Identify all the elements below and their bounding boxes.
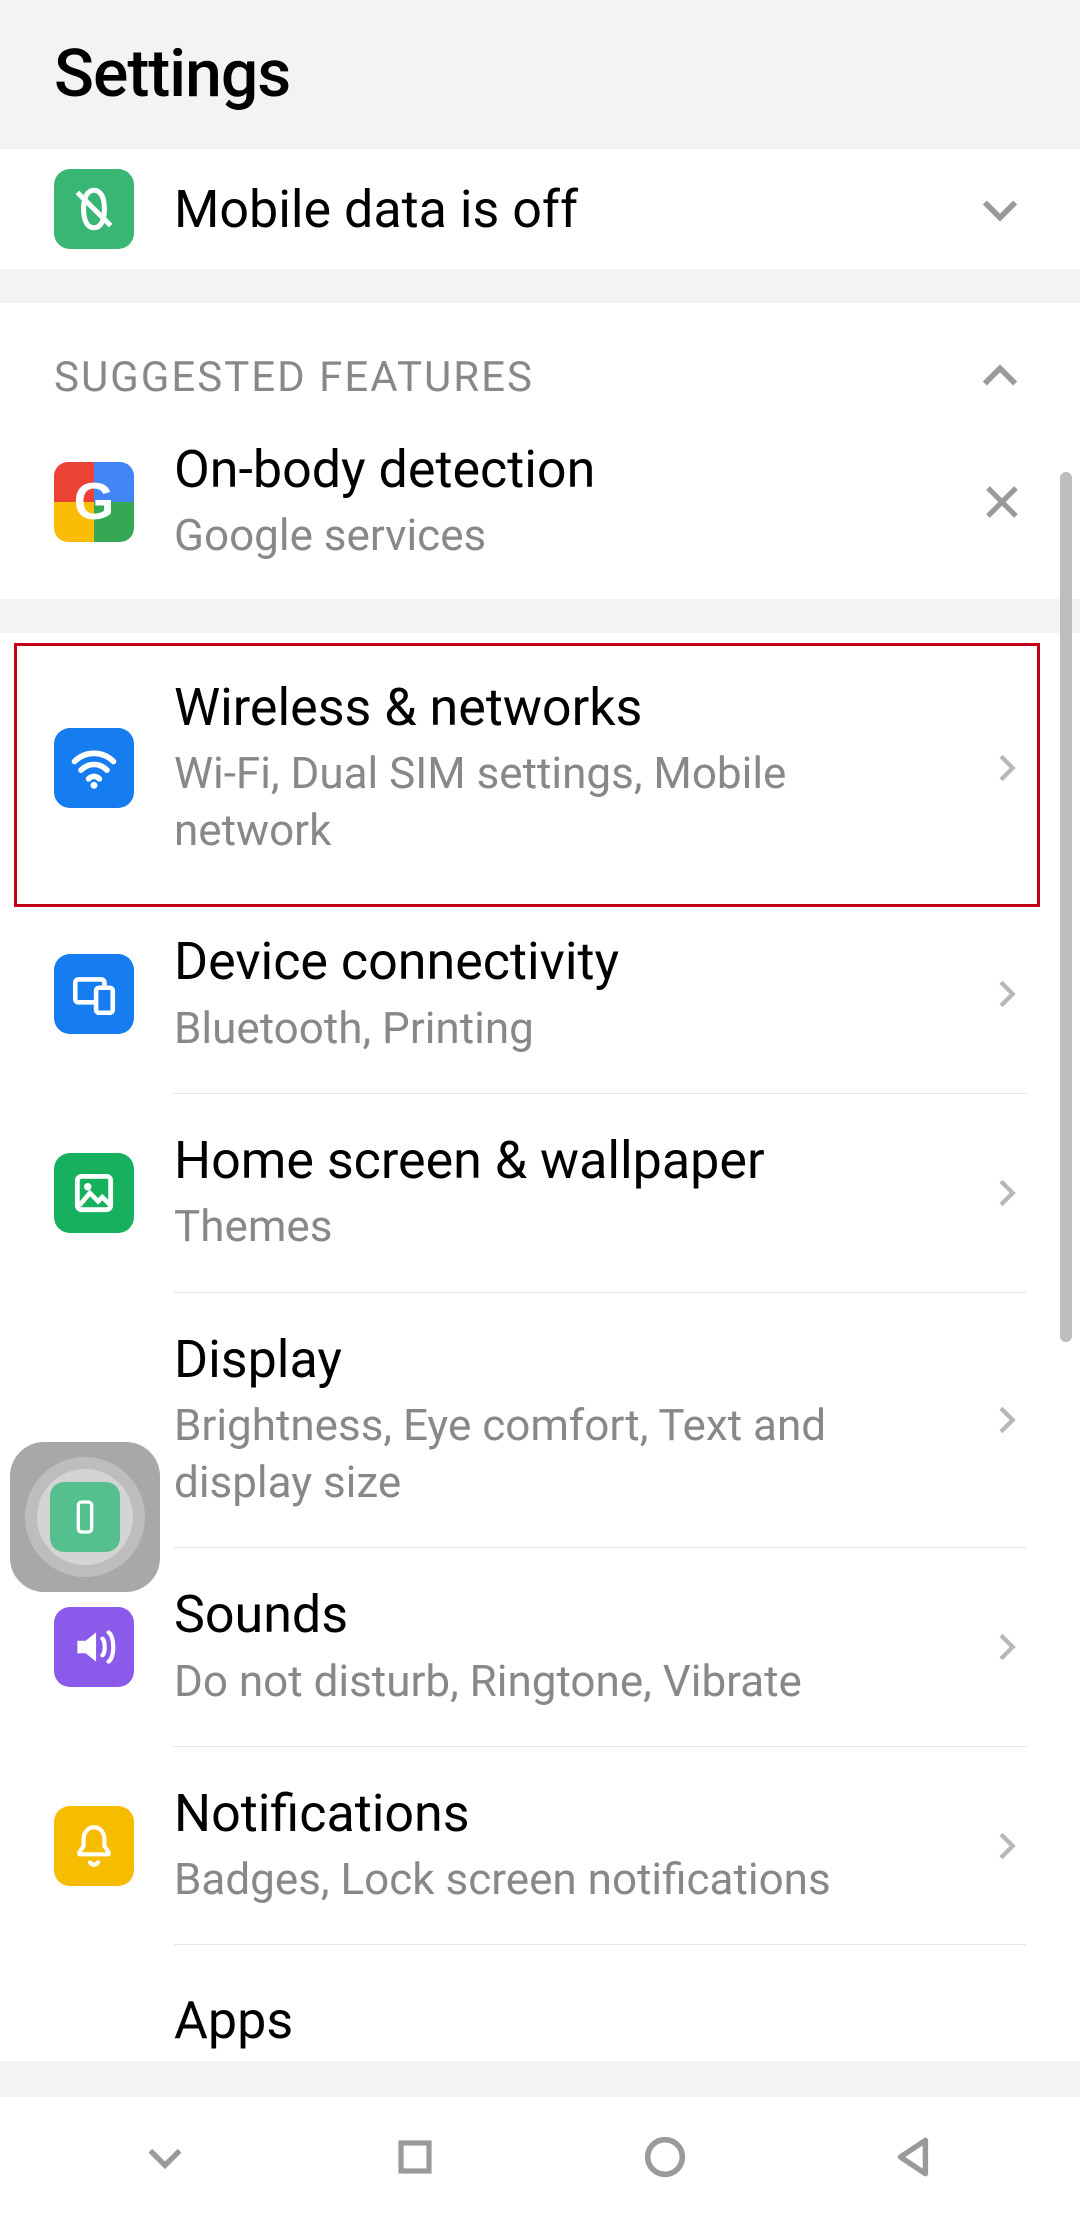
nav-recents-icon[interactable]: [385, 2127, 445, 2187]
suggested-section: SUGGESTED FEATURES G On-body detection G…: [0, 303, 1080, 599]
wifi-icon: [54, 728, 134, 808]
suggested-item-subtitle: Google services: [174, 507, 938, 564]
item-notifications[interactable]: Notifications Badges, Lock screen notifi…: [0, 1747, 1080, 1945]
item-title: Device connectivity: [174, 931, 946, 993]
page-title: Settings: [54, 36, 1026, 113]
item-title: Notifications: [174, 1783, 946, 1845]
item-device-connectivity[interactable]: Device connectivity Bluetooth, Printing: [0, 895, 1080, 1093]
item-title: Sounds: [174, 1584, 946, 1646]
settings-list: Wireless & networks Wi-Fi, Dual SIM sett…: [0, 633, 1080, 2062]
chevron-down-icon[interactable]: [974, 183, 1026, 235]
item-title: Wireless & networks: [174, 677, 946, 739]
item-sounds[interactable]: Sounds Do not disturb, Ringtone, Vibrate: [0, 1548, 1080, 1746]
bell-icon: [54, 1806, 134, 1886]
suggested-heading: SUGGESTED FEATURES: [54, 353, 974, 402]
floating-assistive-button[interactable]: [10, 1442, 160, 1592]
wallpaper-icon: [54, 1153, 134, 1233]
suggested-header[interactable]: SUGGESTED FEATURES: [0, 303, 1080, 421]
chevron-right-icon: [986, 748, 1026, 788]
navigation-bar: [0, 2097, 1080, 2217]
suggested-item-onbody[interactable]: G On-body detection Google services: [0, 421, 1080, 599]
google-icon: G: [54, 462, 134, 542]
item-wireless-networks[interactable]: Wireless & networks Wi-Fi, Dual SIM sett…: [0, 633, 1080, 896]
chevron-right-icon: [986, 1826, 1026, 1866]
nav-back-icon[interactable]: [885, 2127, 945, 2187]
chevron-right-icon: [986, 1627, 1026, 1667]
mobile-data-status-row[interactable]: Mobile data is off: [0, 149, 1080, 269]
item-subtitle: Wi-Fi, Dual SIM settings, Mobile network: [174, 745, 946, 859]
mobile-data-off-icon: [54, 169, 134, 249]
suggested-item-title: On-body detection: [174, 439, 938, 501]
chevron-right-icon: [986, 974, 1026, 1014]
apps-icon: [54, 1981, 134, 2061]
item-subtitle: Do not disturb, Ringtone, Vibrate: [174, 1653, 946, 1710]
item-title: Apps: [174, 1990, 1026, 2052]
item-subtitle: Themes: [174, 1198, 946, 1255]
sound-icon: [54, 1607, 134, 1687]
nav-home-icon[interactable]: [635, 2127, 695, 2187]
chevron-right-icon: [986, 1400, 1026, 1440]
close-icon[interactable]: [978, 478, 1026, 526]
scrollbar[interactable]: [1060, 472, 1072, 1342]
chevron-up-icon[interactable]: [974, 351, 1026, 403]
item-display[interactable]: Display Brightness, Eye comfort, Text an…: [0, 1293, 1080, 1548]
item-home-wallpaper[interactable]: Home screen & wallpaper Themes: [0, 1094, 1080, 1292]
device-connectivity-icon: [54, 954, 134, 1034]
item-subtitle: Bluetooth, Printing: [174, 1000, 946, 1057]
item-subtitle: Badges, Lock screen notifications: [174, 1851, 946, 1908]
item-title: Home screen & wallpaper: [174, 1130, 946, 1192]
header: Settings: [0, 0, 1080, 149]
phone-icon: [50, 1482, 120, 1552]
item-subtitle: Brightness, Eye comfort, Text and displa…: [174, 1397, 946, 1511]
mobile-data-status-text: Mobile data is off: [174, 179, 934, 240]
chevron-right-icon: [986, 1173, 1026, 1213]
nav-keyboard-toggle-icon[interactable]: [135, 2127, 195, 2187]
item-title: Display: [174, 1329, 946, 1391]
item-apps[interactable]: Apps: [0, 1945, 1080, 2061]
